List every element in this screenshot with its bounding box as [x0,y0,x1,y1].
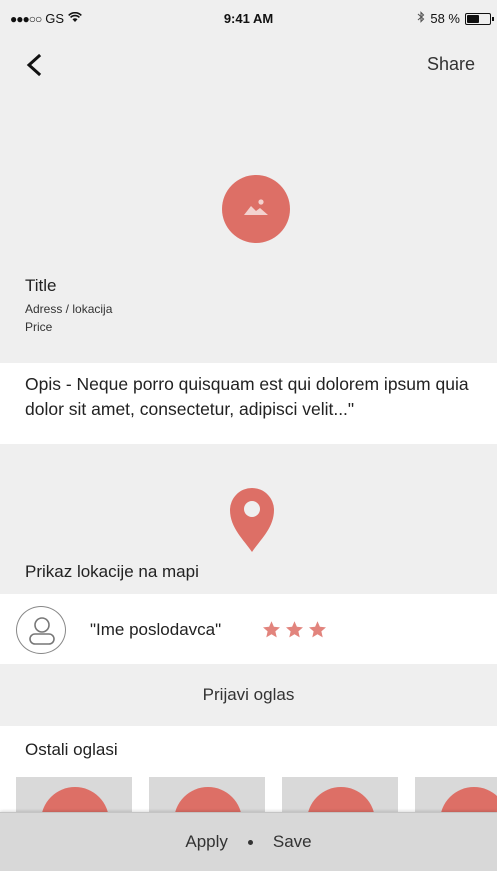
separator-dot [247,839,253,845]
other-ad-thumbnail[interactable] [415,777,497,817]
other-ad-thumbnail[interactable] [16,777,132,817]
listing-hero: Share Title Adress / lokacija Price [0,38,497,363]
star-icon [263,621,280,638]
listing-description: Opis - Neque porro quisquam est qui dolo… [25,374,469,419]
other-ads-heading: Ostali oglasi [25,740,118,759]
battery-icon [465,12,494,25]
map-label: Prikaz lokacije na mapi [25,562,199,581]
bottom-actions: Apply Save [0,813,497,871]
user-avatar-icon [29,617,55,645]
other-ads-list [0,777,497,817]
battery-tip [492,16,494,21]
chevron-left-icon [26,53,42,77]
apply-button[interactable]: Apply [185,832,228,852]
map-pin-icon [230,488,274,552]
map-section[interactable]: Prikaz lokacije na mapi [0,444,497,594]
image-placeholder-icon [244,199,268,215]
bottom-action-bar: Apply Save [0,812,497,871]
star-icon [286,621,303,638]
battery-percent: 58 % [430,11,460,26]
listing-title: Title [25,276,57,295]
other-ad-thumbnail[interactable] [282,777,398,817]
rating-stars [262,620,327,639]
employer-row[interactable]: "Ime poslodavca" [0,594,497,664]
star-icon [309,621,326,638]
avatar[interactable] [16,606,66,654]
report-ad-button[interactable]: Prijavi oglas [0,664,497,726]
status-bar: ●●●○○ GS 9:41 AM 58 % [0,0,497,38]
back-button[interactable] [22,52,48,78]
employer-name: "Ime poslodavca" [90,620,222,639]
listing-price: Price [25,320,53,334]
other-ad-thumbnail[interactable] [149,777,265,817]
bluetooth-icon [417,11,425,26]
save-button[interactable]: Save [273,832,312,852]
listing-address: Adress / lokacija [25,302,113,316]
share-button[interactable]: Share [427,54,475,75]
status-right: 58 % [417,11,494,26]
listing-image [222,175,290,243]
battery-level [467,14,479,23]
